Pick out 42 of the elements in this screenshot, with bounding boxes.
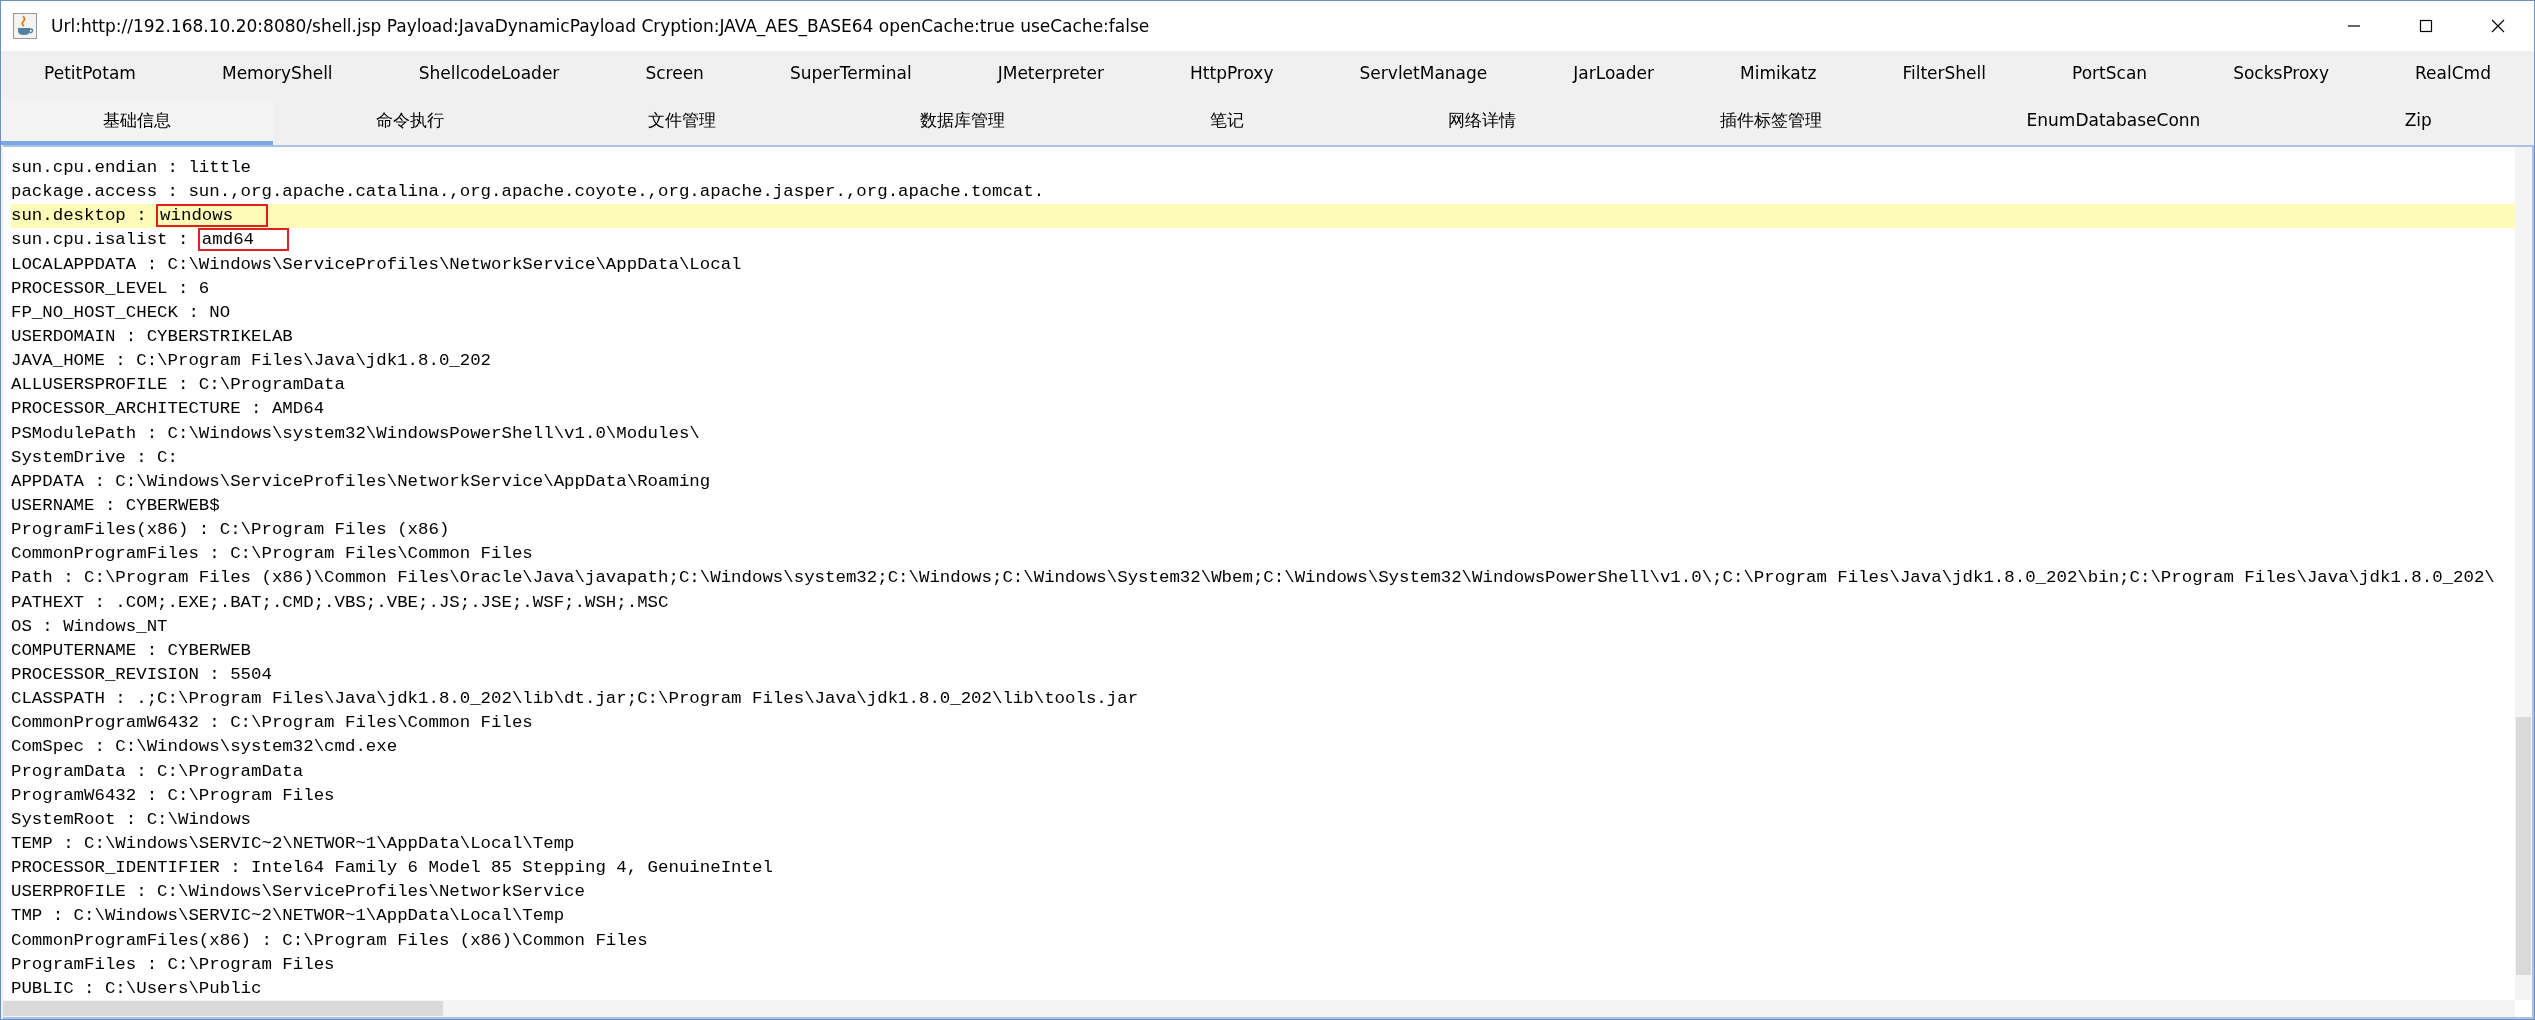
output-line: TMP : C:\Windows\SERVIC~2\NETWOR~1\AppData\Local\Temp: [11, 905, 566, 928]
output-line: CLASSPATH : .;C:\Program Files\Java\jdk1.8.0_202\lib\dt.jar;C:\Program Files\Java\jdk1.8.0_202\lib\tools.jar: [11, 688, 1140, 711]
tab[interactable]: 基础信息: [1, 99, 274, 145]
output-line: FP_NO_HOST_CHECK : NO: [11, 301, 232, 324]
output-line: PUBLIC : C:\Users\Public: [11, 977, 263, 1000]
output-line: APPDATA : C:\Windows\ServiceProfiles\NetworkService\AppData\Roaming: [11, 470, 712, 493]
vertical-scrollbar[interactable]: [2515, 147, 2532, 1000]
output-line: PATHEXT : .COM;.EXE;.BAT;.CMD;.VBS;.VBE;.JS;.JSE;.WSF;.WSH;.MSC: [11, 591, 670, 614]
output-line: SystemRoot : C:\Windows: [11, 808, 253, 831]
output-line: ALLUSERSPROFILE : C:\ProgramData: [11, 374, 346, 397]
minimize-icon: [2348, 25, 2360, 27]
output-line: OS : Windows_NT: [11, 615, 169, 638]
output-line: ProgramData : C:\ProgramData: [11, 760, 305, 783]
output-line: LOCALAPPDATA : C:\Windows\ServiceProfiles\NetworkService\AppData\Local: [11, 253, 743, 276]
output-line: PROCESSOR_ARCHITECTURE : AMD64: [11, 398, 326, 421]
coffee-cup-icon: [13, 13, 37, 39]
output-line: PROCESSOR_LEVEL : 6: [11, 277, 211, 300]
output-line: USERPROFILE : C:\Windows\ServiceProfiles\NetworkService: [11, 881, 586, 904]
output-line: CommonProgramFiles : C:\Program Files\Common Files: [11, 543, 534, 566]
output-line: ProgramFiles(x86) : C:\Program Files (x86): [11, 519, 451, 542]
output-line: PSModulePath : C:\Windows\system32\WindowsPowerShell\v1.0\Modules\: [11, 422, 701, 445]
output-line: PROCESSOR_IDENTIFIER : Intel64 Family 6 Model 85 Stepping 4, GenuineIntel: [11, 857, 774, 880]
output-line: sun.cpu.isalist : amd64: [11, 228, 2515, 253]
output-line: USERDOMAIN : CYBERSTRIKELAB: [11, 326, 294, 348]
window-title: Url:http://192.168.10.20:8080/shell.jsp Payload:JavaDynamicPayload Cryption:JAVA_AES_BASE64 openCache:true useCache:false: [51, 16, 1151, 36]
output-line: COMPUTERNAME : CYBERWEB: [11, 639, 253, 662]
output-line: package.access : sun.,org.apache.catalina.,org.apache.coyote.,org.apache.jasper.,org.apache.tomcat.: [11, 181, 1046, 204]
close-icon: [2489, 17, 2507, 35]
horizontal-scrollbar[interactable]: [3, 1000, 2515, 1017]
output-line: SystemDrive : C:: [11, 446, 179, 469]
output-line: ProgramFiles : C:\Program Files: [11, 953, 336, 976]
output-line: TEMP : C:\Windows\SERVIC~2\NETWOR~1\AppData\Local\Temp: [11, 832, 576, 855]
maximize-icon: [2417, 17, 2435, 35]
output-line: CommonProgramW6432 : C:\Program Files\Common Files: [11, 712, 534, 735]
output-line: USERNAME : CYBERWEB$: [11, 494, 221, 517]
output-line: JAVA_HOME : C:\Program Files\Java\jdk1.8.0_202: [11, 350, 493, 373]
output-line: sun.cpu.endian : little: [11, 157, 253, 179]
output-line: CommonProgramFiles(x86) : C:\Program Files (x86)\Common Files: [11, 929, 649, 952]
output-line: PROCESSOR_REVISION : 5504: [11, 663, 273, 686]
output-line: Path : C:\Program Files (x86)\Common Files\Oracle\Java\javapath;C:\Windows\system32;C:\Windows;C:\Windows\System32\Wbem;C:\Windows\System32\WindowsPowerShell\v1.0\;C:\Program Files\Java\jdk1.8.0_202\bin;C:\Program Files\Java\jdk1.8.0_202\: [11, 567, 2496, 590]
output-line: ProgramW6432 : C:\Program Files: [11, 784, 336, 807]
output-line: ComSpec : C:\Windows\system32\cmd.exe: [11, 736, 399, 759]
